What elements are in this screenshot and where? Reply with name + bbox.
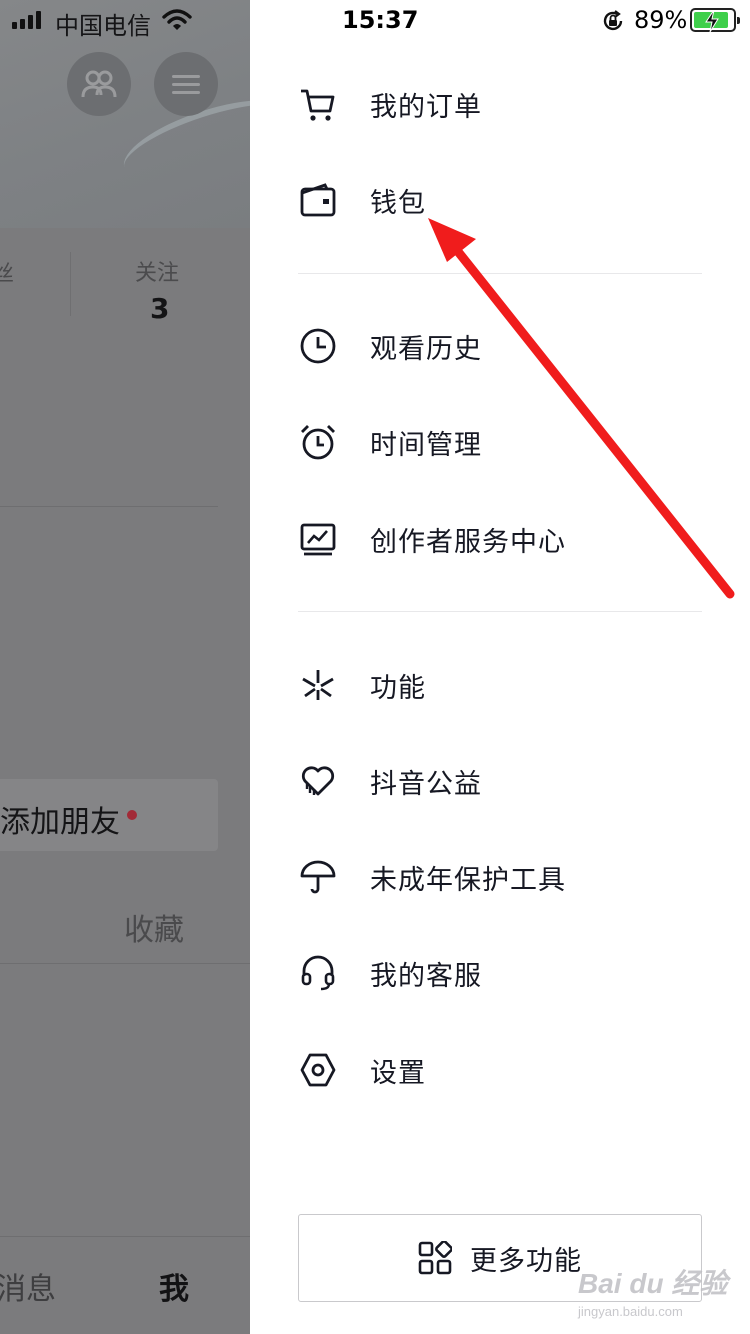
menu-divider [298,611,702,612]
friends-icon [81,70,117,98]
wallet-icon [298,180,338,220]
tab-me[interactable]: 我 [159,1264,189,1308]
menu-item-customer-service[interactable]: 我的客服 [298,937,718,1009]
sparkle-icon [298,665,338,705]
menu-label: 时间管理 [370,429,482,461]
menu-item-time-management[interactable]: 时间管理 [298,406,718,478]
divider [0,963,250,964]
menu-label: 设置 [370,1057,426,1089]
charging-bolt-icon [705,10,719,32]
tabbar-divider [0,1236,250,1237]
signal-icon [12,11,41,29]
menu-label: 观看历史 [370,333,482,365]
add-friend-label: 添加朋友 [0,805,120,840]
menu-label: 抖音公益 [370,768,482,800]
watermark-main-text: Bai du 经验 [578,1268,728,1299]
tab-messages[interactable]: 消息 [0,1264,56,1308]
menu-label: 钱包 [370,187,426,219]
menu-label: 我的订单 [370,91,482,123]
menu-label: 功能 [370,672,426,704]
monitor-chart-icon [298,519,338,559]
grid-apps-icon [418,1241,452,1275]
fans-label: 丝 [0,262,15,287]
stat-divider [70,252,71,316]
cart-icon [298,84,338,124]
wifi-icon [162,9,192,30]
menu-item-features[interactable]: 功能 [298,649,718,721]
menu-label: 我的客服 [370,960,482,992]
carrier-name: 中国电信 [55,12,151,40]
follow-label: 关注 [135,261,180,286]
add-friend-button[interactable]: 添加朋友 [0,779,218,851]
dimmed-profile-page[interactable]: 丝 关注 3 添加朋友 收藏 消息 我 [0,0,250,1334]
menu-item-wallet[interactable]: 钱包 [298,164,718,236]
rotation-lock-icon [603,10,623,31]
battery-icon [690,8,740,32]
umbrella-icon [298,857,338,897]
clock-time: 15:37 [342,6,419,34]
watermark-sub-text: jingyan.baidu.com [578,1304,683,1319]
headset-icon [298,953,338,993]
menu-item-watch-history[interactable]: 观看历史 [298,310,718,382]
menu-button[interactable] [154,52,218,116]
more-features-label: 更多功能 [470,1245,582,1277]
follow-count: 3 [150,292,170,325]
battery-percent: 89% [634,6,688,34]
heart-hands-icon [298,761,338,801]
friends-button[interactable] [67,52,131,116]
alarm-clock-icon [298,422,338,462]
menu-item-minor-protection[interactable]: 未成年保护工具 [298,841,718,913]
settings-hex-icon [298,1050,338,1090]
menu-divider [298,273,702,274]
side-drawer: 我的订单 钱包 观看历史 时间管理 创作者服务中心 功能 抖音公益 未成年保护工… [250,42,750,1334]
clock-icon [298,326,338,366]
menu-item-charity[interactable]: 抖音公益 [298,745,718,817]
hamburger-icon [172,70,200,99]
menu-label: 创作者服务中心 [370,526,566,558]
notification-dot [127,810,137,820]
divider [0,506,218,507]
menu-item-creator-center[interactable]: 创作者服务中心 [298,503,718,575]
menu-item-orders[interactable]: 我的订单 [298,68,718,140]
baidu-watermark: Bai du 经验 jingyan.baidu.com [578,1262,727,1319]
status-bar: 中国电信 15:37 89% [0,0,750,42]
tab-collect[interactable]: 收藏 [124,905,184,949]
menu-item-settings[interactable]: 设置 [298,1034,718,1106]
menu-label: 未成年保护工具 [370,864,566,896]
